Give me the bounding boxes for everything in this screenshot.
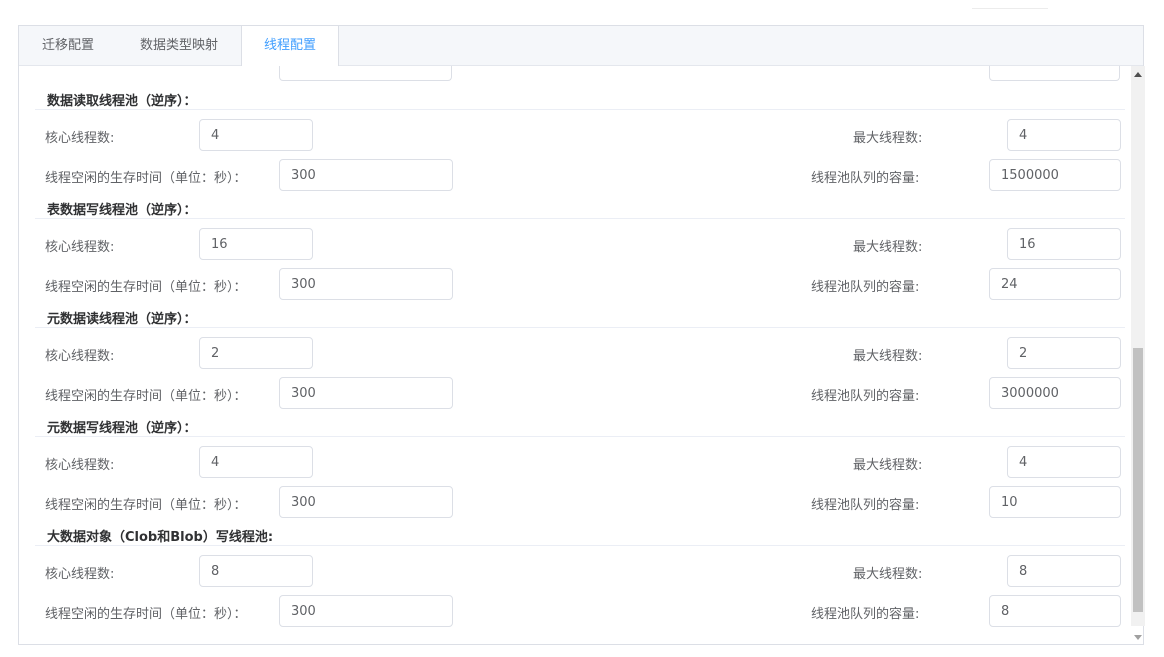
keep-alive-label: 线程空闲的生存时间（单位：秒）： bbox=[45, 280, 247, 295]
queue-capacity-input[interactable] bbox=[989, 595, 1121, 627]
keep-alive-label: 线程空闲的生存时间（单位：秒）： bbox=[45, 498, 247, 513]
scrollbar-thumb[interactable] bbox=[1133, 348, 1143, 612]
queue-capacity-label: 线程池队列的容量: bbox=[811, 171, 920, 186]
keep-alive-input[interactable] bbox=[279, 159, 453, 191]
core-threads-label: 核心线程数: bbox=[45, 349, 115, 364]
queue-capacity-label: 线程池队列的容量: bbox=[811, 280, 920, 295]
section-divider bbox=[35, 436, 1125, 437]
core-threads-label: 核心线程数: bbox=[45, 567, 115, 582]
keep-alive-input[interactable] bbox=[279, 377, 453, 409]
scroll-up-arrow-icon[interactable] bbox=[1134, 72, 1142, 77]
core-threads-input[interactable] bbox=[199, 337, 313, 369]
tab-bar: 迁移配置 数据类型映射 线程配置 bbox=[19, 26, 1143, 66]
keep-alive-input[interactable] bbox=[279, 595, 453, 627]
keep-alive-label: 线程空闲的生存时间（单位：秒）： bbox=[45, 607, 247, 622]
section-title-table-write-pool: 表数据写线程池（逆序）： bbox=[47, 203, 197, 218]
queue-capacity-input[interactable] bbox=[989, 377, 1121, 409]
partial-input-above-left bbox=[279, 66, 452, 81]
core-threads-input[interactable] bbox=[199, 555, 313, 587]
section-title-data-read-pool: 数据读取线程池（逆序）： bbox=[47, 94, 197, 109]
max-threads-input[interactable] bbox=[1007, 119, 1121, 151]
max-threads-label: 最大线程数: bbox=[853, 349, 923, 364]
thread-config-content: 数据读取线程池（逆序）： 核心线程数: 最大线程数: 线程空闲的生存时间（单位：… bbox=[19, 66, 1131, 644]
scroll-down-arrow-icon[interactable] bbox=[1134, 635, 1142, 640]
queue-capacity-input[interactable] bbox=[989, 486, 1121, 518]
queue-capacity-label: 线程池队列的容量: bbox=[811, 498, 920, 513]
core-threads-input[interactable] bbox=[199, 446, 313, 478]
max-threads-input[interactable] bbox=[1007, 228, 1121, 260]
keep-alive-label: 线程空闲的生存时间（单位：秒）： bbox=[45, 389, 247, 404]
core-threads-label: 核心线程数: bbox=[45, 458, 115, 473]
keep-alive-input[interactable] bbox=[279, 486, 453, 518]
section-divider bbox=[35, 109, 1125, 110]
max-threads-label: 最大线程数: bbox=[853, 131, 923, 146]
section-divider bbox=[35, 218, 1125, 219]
tab-migration-config[interactable]: 迁移配置 bbox=[19, 26, 117, 65]
core-threads-input[interactable] bbox=[199, 228, 313, 260]
section-title-lob-write-pool: 大数据对象（Clob和Blob）写线程池: bbox=[47, 530, 274, 545]
queue-capacity-label: 线程池队列的容量: bbox=[811, 607, 920, 622]
queue-capacity-input[interactable] bbox=[989, 268, 1121, 300]
keep-alive-label: 线程空闲的生存时间（单位：秒）： bbox=[45, 171, 247, 186]
max-threads-input[interactable] bbox=[1007, 337, 1121, 369]
top-toolbar-edge bbox=[972, 0, 1048, 9]
section-title-metadata-write-pool: 元数据写线程池（逆序）： bbox=[47, 421, 197, 436]
section-title-metadata-read-pool: 元数据读线程池（逆序）： bbox=[47, 312, 197, 327]
max-threads-label: 最大线程数: bbox=[853, 240, 923, 255]
max-threads-input[interactable] bbox=[1007, 555, 1121, 587]
config-panel: 迁移配置 数据类型映射 线程配置 数据读取线程池（逆序）： 核心线程数: 最大线… bbox=[18, 25, 1145, 645]
max-threads-label: 最大线程数: bbox=[853, 458, 923, 473]
queue-capacity-label: 线程池队列的容量: bbox=[811, 389, 920, 404]
queue-capacity-input[interactable] bbox=[989, 159, 1121, 191]
partial-input-above-right bbox=[989, 66, 1120, 81]
max-threads-input[interactable] bbox=[1007, 446, 1121, 478]
keep-alive-input[interactable] bbox=[279, 268, 453, 300]
section-divider bbox=[35, 327, 1125, 328]
core-threads-input[interactable] bbox=[199, 119, 313, 151]
max-threads-label: 最大线程数: bbox=[853, 567, 923, 582]
core-threads-label: 核心线程数: bbox=[45, 131, 115, 146]
tab-data-type-mapping[interactable]: 数据类型映射 bbox=[119, 26, 239, 65]
section-divider bbox=[35, 545, 1125, 546]
vertical-scrollbar[interactable] bbox=[1131, 66, 1145, 640]
core-threads-label: 核心线程数: bbox=[45, 240, 115, 255]
tab-thread-config[interactable]: 线程配置 bbox=[241, 26, 339, 66]
